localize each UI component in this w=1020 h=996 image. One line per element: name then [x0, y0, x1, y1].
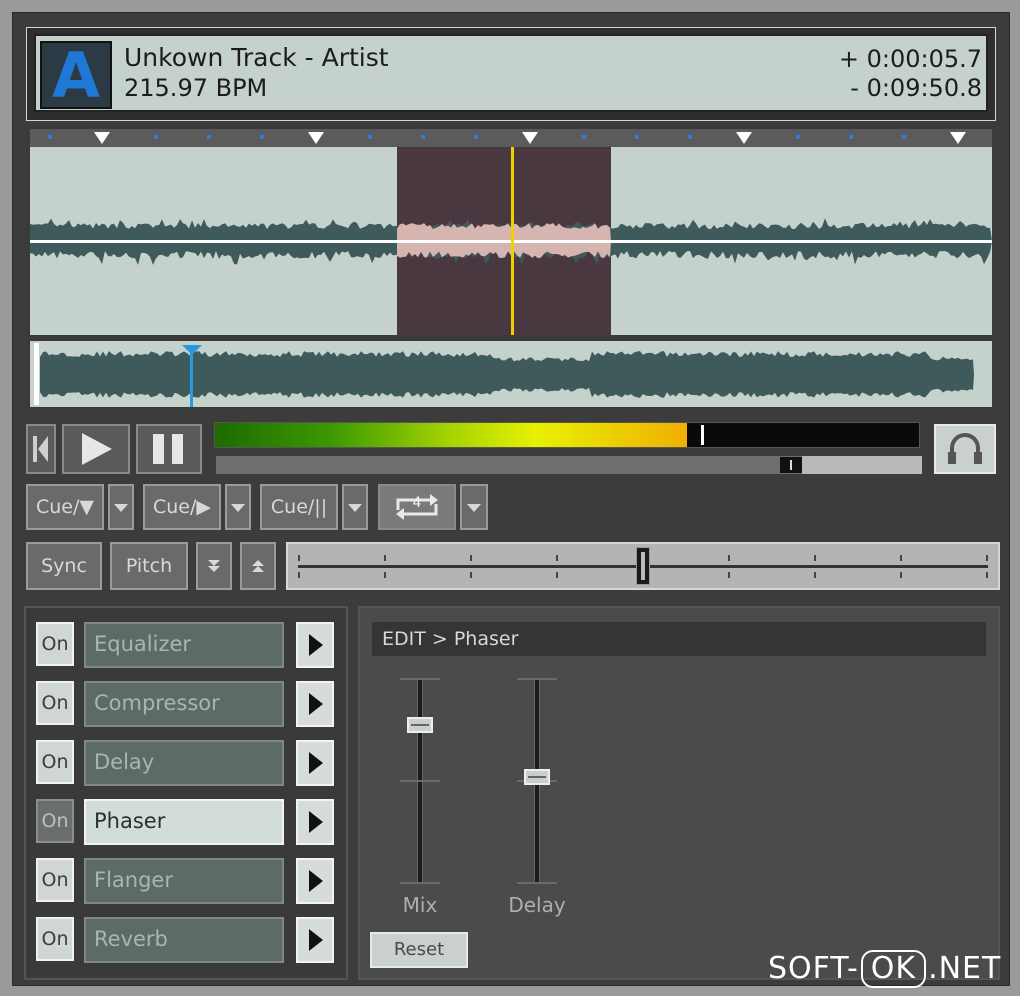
- level-meter-fill: [215, 423, 687, 447]
- effect-on-toggle[interactable]: On: [36, 740, 74, 784]
- slider-tick: [517, 678, 557, 680]
- pitch-down-button[interactable]: [196, 542, 232, 590]
- chevron-down-icon: [467, 504, 481, 512]
- watermark: SOFT- OK .NET: [768, 950, 1001, 988]
- pitch-up-button[interactable]: [240, 542, 276, 590]
- play-arrow-icon: [309, 634, 323, 656]
- pitch-button[interactable]: Pitch: [110, 542, 188, 590]
- effect-name-phaser[interactable]: Phaser: [84, 799, 284, 845]
- play-icon: [82, 433, 112, 465]
- cue-1-dropdown[interactable]: [108, 484, 134, 530]
- effect-open-button[interactable]: [296, 858, 334, 904]
- elapsed-time: + 0:00:05.7: [838, 45, 982, 73]
- position-bar[interactable]: [216, 456, 922, 474]
- effect-name-flanger[interactable]: Flanger: [84, 858, 284, 904]
- play-arrow-icon: [309, 693, 323, 715]
- playhead: [511, 147, 514, 335]
- loop-count: 4: [412, 495, 422, 511]
- pitch-up-icon: [252, 560, 264, 572]
- watermark-right: .NET: [928, 951, 1002, 986]
- effect-on-toggle[interactable]: On: [36, 681, 74, 725]
- cue-button-3[interactable]: Cue/||: [260, 484, 338, 530]
- effect-open-button[interactable]: [296, 917, 334, 963]
- pitch-slider[interactable]: [286, 542, 1000, 590]
- play-arrow-icon: [309, 811, 323, 833]
- effect-on-toggle[interactable]: On: [36, 622, 74, 666]
- chevron-down-icon: [348, 504, 362, 512]
- edit-title: EDIT > Phaser: [382, 628, 519, 650]
- effect-name-delay[interactable]: Delay: [84, 740, 284, 786]
- slider-tick: [400, 882, 440, 884]
- effect-name-equalizer[interactable]: Equalizer: [84, 622, 284, 668]
- effect-on-toggle[interactable]: On: [36, 858, 74, 902]
- remaining-time: - 0:09:50.8: [850, 74, 982, 102]
- chevron-down-icon: [114, 504, 128, 512]
- effect-slider-label: Mix: [402, 893, 438, 917]
- position-handle[interactable]: [779, 457, 802, 473]
- effect-on-toggle[interactable]: On: [36, 917, 74, 961]
- pitch-slider-handle[interactable]: [636, 547, 650, 585]
- skip-back-icon: [33, 436, 48, 462]
- position-bar-fill: [216, 456, 802, 474]
- pause-icon: [153, 434, 183, 464]
- deck-letter: A: [52, 39, 100, 112]
- slider-tick: [400, 780, 440, 782]
- overview-position: [190, 349, 193, 407]
- overview-shape: [40, 351, 974, 398]
- cue-button-1[interactable]: Cue/▼: [26, 484, 104, 530]
- pitch-down-icon: [208, 560, 220, 572]
- effect-name-compressor[interactable]: Compressor: [84, 681, 284, 727]
- headphones-button[interactable]: [934, 424, 996, 474]
- waveform-main[interactable]: [30, 147, 992, 335]
- effect-slider-label: Delay: [508, 893, 566, 917]
- waveform-overview[interactable]: [30, 341, 992, 407]
- level-peak-marker: [700, 425, 704, 445]
- effect-name-reverb[interactable]: Reverb: [84, 917, 284, 963]
- skip-back-button[interactable]: [26, 424, 56, 474]
- cue-3-dropdown[interactable]: [342, 484, 368, 530]
- bpm-readout: 215.97 BPM: [124, 74, 268, 102]
- track-title: Unkown Track - Artist: [124, 43, 389, 72]
- beat-marker-bar[interactable]: [30, 129, 992, 147]
- pause-button[interactable]: [136, 424, 202, 474]
- play-arrow-icon: [309, 929, 323, 951]
- effect-open-button[interactable]: [296, 799, 334, 845]
- effect-on-toggle[interactable]: On: [36, 799, 74, 843]
- headphones-icon: [948, 433, 982, 464]
- effect-slider-handle[interactable]: [524, 768, 550, 785]
- effect-open-button[interactable]: [296, 622, 334, 668]
- slider-tick: [400, 678, 440, 680]
- watermark-left: SOFT-: [768, 951, 859, 986]
- loop-dropdown[interactable]: [460, 484, 488, 530]
- chevron-down-icon: [231, 504, 245, 512]
- play-arrow-icon: [309, 870, 323, 892]
- overview-display: [34, 343, 974, 407]
- overview-start-marker: [34, 343, 39, 405]
- cue-button-2[interactable]: Cue/▶: [143, 484, 221, 530]
- waveform-display: [30, 147, 992, 335]
- effect-open-button[interactable]: [296, 681, 334, 727]
- reset-button[interactable]: Reset: [370, 932, 468, 968]
- watermark-box: OK: [860, 950, 927, 988]
- beat-markers: [48, 132, 966, 144]
- slider-tick: [517, 882, 557, 884]
- loop-button[interactable]: 4: [378, 484, 456, 530]
- sync-button[interactable]: Sync: [26, 542, 102, 590]
- effect-edit-panel: [358, 606, 1000, 980]
- effect-open-button[interactable]: [296, 740, 334, 786]
- play-button[interactable]: [62, 424, 130, 474]
- play-arrow-icon: [309, 752, 323, 774]
- level-meter: [214, 422, 920, 448]
- cue-2-dropdown[interactable]: [225, 484, 251, 530]
- effect-slider-handle[interactable]: [407, 716, 433, 733]
